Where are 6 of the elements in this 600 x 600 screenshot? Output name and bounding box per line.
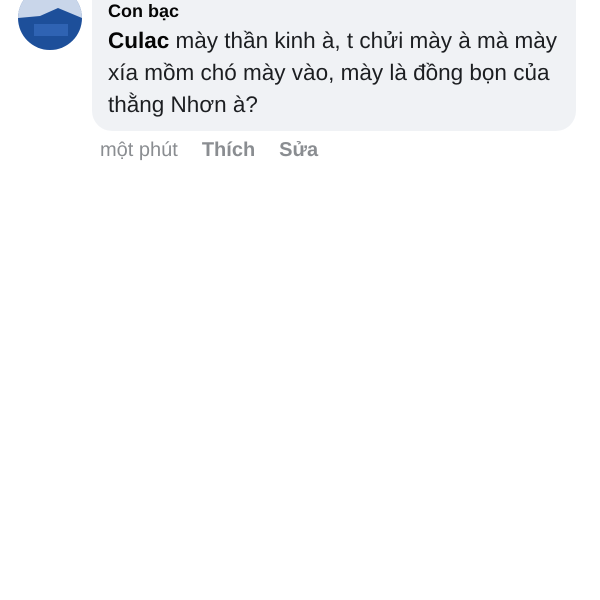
comment-text: Culac mày thần kinh à, t chửi mày à mà mày xía mồm chó mày vào, mày là đồng bọn của thằng Nhơn à? [108, 27, 558, 119]
author-name[interactable]: Con bạc [108, 0, 180, 22]
avatar[interactable] [18, 0, 82, 50]
action-link[interactable]: Sửa [279, 139, 318, 162]
timestamp: một phút [100, 139, 178, 162]
action-link[interactable]: Thích [202, 139, 256, 162]
